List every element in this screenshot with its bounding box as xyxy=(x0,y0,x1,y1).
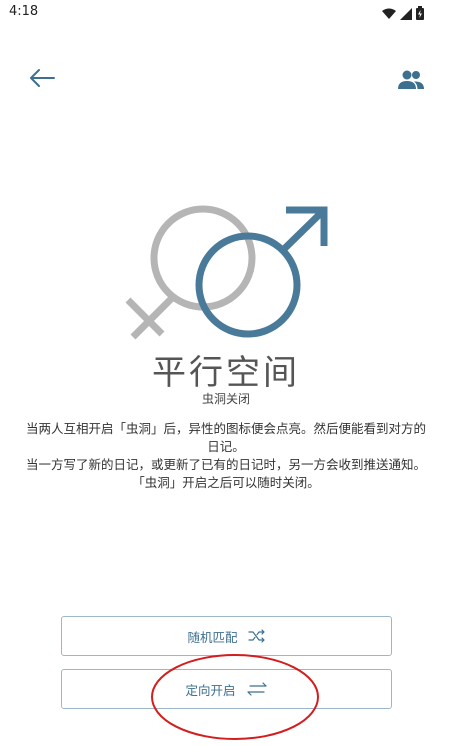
wormhole-status: 虫洞关闭 xyxy=(201,392,250,406)
description-paragraph: 当两人互相开启「虫洞」后，异性的图标便会点亮。然后便能看到对方的日记。 xyxy=(26,421,427,454)
description-paragraph: 当一方写了新的日记，或更新了已有的日记时，另一方会收到推送通知。 xyxy=(26,457,427,472)
arrow-left-icon xyxy=(30,69,55,87)
signal-icon xyxy=(400,5,412,24)
directed-open-button[interactable]: 定向开启 xyxy=(61,669,392,709)
description-paragraph: 「虫洞」开启之后可以随时关闭。 xyxy=(132,475,320,490)
directed-open-label: 定向开启 xyxy=(185,682,236,698)
back-button[interactable] xyxy=(26,62,58,94)
random-match-label: 随机匹配 xyxy=(187,629,238,645)
description: 当两人互相开启「虫洞」后，异性的图标便会点亮。然后便能看到对方的日记。 当一方写… xyxy=(26,420,426,492)
people-icon xyxy=(398,70,424,89)
status-bar: 4:18 xyxy=(0,0,452,26)
battery-charging-icon xyxy=(416,5,424,24)
status-icons xyxy=(382,5,424,24)
shuffle-icon xyxy=(247,629,265,643)
people-button[interactable] xyxy=(396,66,426,96)
swap-arrows-icon xyxy=(246,682,267,696)
wifi-icon xyxy=(382,5,396,24)
page-title: 平行空间 xyxy=(152,353,300,393)
status-time: 4:18 xyxy=(9,4,39,19)
female-male-symbols-icon xyxy=(118,196,338,346)
random-match-button[interactable]: 随机匹配 xyxy=(61,616,392,656)
